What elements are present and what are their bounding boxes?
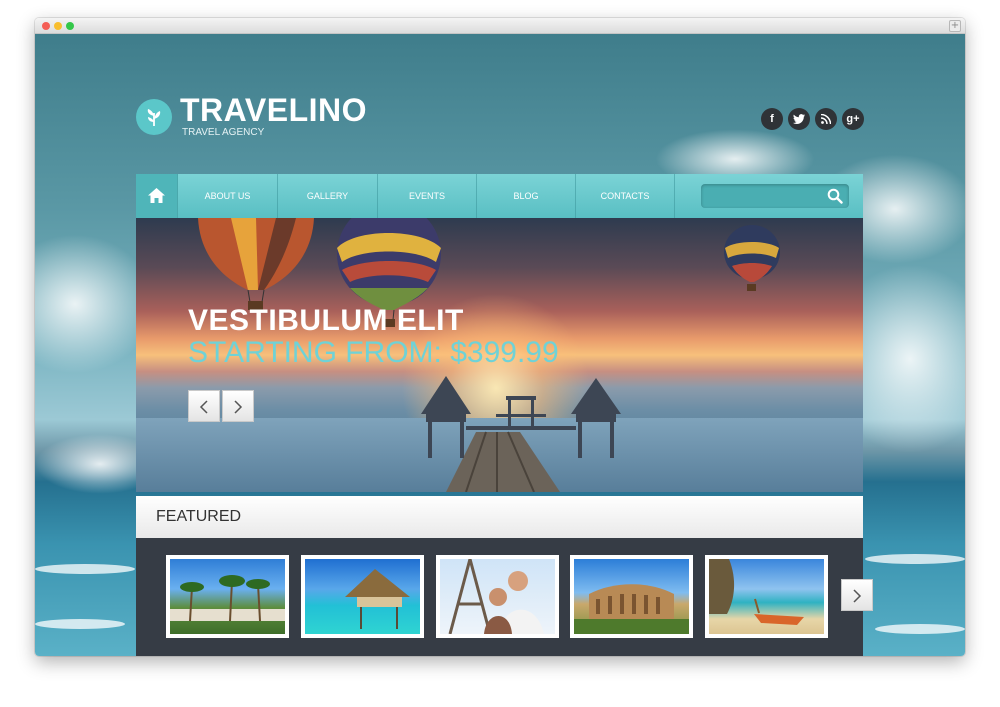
- rss-feed-icon: [820, 113, 832, 125]
- background-wave: [35, 619, 125, 629]
- browser-window: + TRAVELINO TRAVEL AGENCY f g+ ABOUT US …: [35, 18, 965, 656]
- nav-item-about-us[interactable]: ABOUT US: [178, 174, 278, 218]
- background-wave: [35, 564, 135, 574]
- twitter-bird-icon: [793, 114, 805, 124]
- beach-longtail-boat-photo: [709, 559, 824, 634]
- brand-tagline: TRAVEL AGENCY: [182, 127, 265, 138]
- colosseum-photo: [574, 559, 689, 634]
- nav-item-gallery[interactable]: GALLERY: [278, 174, 378, 218]
- featured-next-button[interactable]: [841, 579, 873, 611]
- palm-resort-photo: [170, 559, 285, 634]
- page-viewport: TRAVELINO TRAVEL AGENCY f g+ ABOUT US GA…: [35, 34, 965, 656]
- title-bar: +: [35, 18, 965, 34]
- nav-item-contacts[interactable]: CONTACTS: [576, 174, 675, 218]
- fullscreen-icon[interactable]: +: [949, 20, 961, 32]
- search-box: [701, 184, 849, 208]
- featured-thumbnail[interactable]: [570, 555, 693, 638]
- chevron-right-icon: [234, 400, 243, 414]
- slider-next-button[interactable]: [222, 390, 254, 422]
- chevron-left-icon: [199, 400, 208, 414]
- nav-item-blog[interactable]: BLOG: [477, 174, 576, 218]
- slide-title: VESTIBULUM ELIT: [188, 304, 464, 337]
- brand-name[interactable]: TRAVELINO: [180, 92, 367, 129]
- featured-header: FEATURED: [136, 496, 863, 538]
- google-plus-icon[interactable]: g+: [842, 108, 864, 130]
- chevron-right-icon: [853, 589, 862, 603]
- main-navigation: ABOUT US GALLERY EVENTS BLOG CONTACTS: [136, 174, 863, 218]
- close-window-button[interactable]: [42, 22, 50, 30]
- featured-thumbnail[interactable]: [166, 555, 289, 638]
- featured-carousel: [136, 538, 873, 656]
- slider-prev-button[interactable]: [188, 390, 220, 422]
- home-button[interactable]: [136, 174, 178, 218]
- couple-eiffel-tower-photo: [440, 559, 555, 634]
- background-wave: [865, 554, 965, 564]
- hot-air-balloon-icon: [198, 218, 314, 310]
- rss-icon[interactable]: [815, 108, 837, 130]
- nav-item-events[interactable]: EVENTS: [378, 174, 477, 218]
- home-icon: [148, 188, 165, 203]
- search-input[interactable]: [701, 184, 831, 208]
- twitter-icon[interactable]: [788, 108, 810, 130]
- minimize-window-button[interactable]: [54, 22, 62, 30]
- featured-thumbnail[interactable]: [436, 555, 559, 638]
- pier-illustration: [421, 376, 621, 492]
- leaf-icon: [147, 109, 161, 126]
- search-icon[interactable]: [827, 188, 843, 204]
- facebook-icon[interactable]: f: [761, 108, 783, 130]
- hero-slider: VESTIBULUM ELIT STARTING FROM: $399.99: [136, 218, 863, 492]
- logo[interactable]: [136, 99, 172, 135]
- overwater-bungalow-photo: [305, 559, 420, 634]
- background-wave: [875, 624, 965, 634]
- featured-title: FEATURED: [156, 508, 242, 525]
- zoom-window-button[interactable]: [66, 22, 74, 30]
- featured-thumbnail[interactable]: [705, 555, 828, 638]
- featured-thumbnail[interactable]: [301, 555, 424, 638]
- hot-air-balloon-icon: [724, 225, 780, 291]
- slide-price: STARTING FROM: $399.99: [188, 336, 559, 369]
